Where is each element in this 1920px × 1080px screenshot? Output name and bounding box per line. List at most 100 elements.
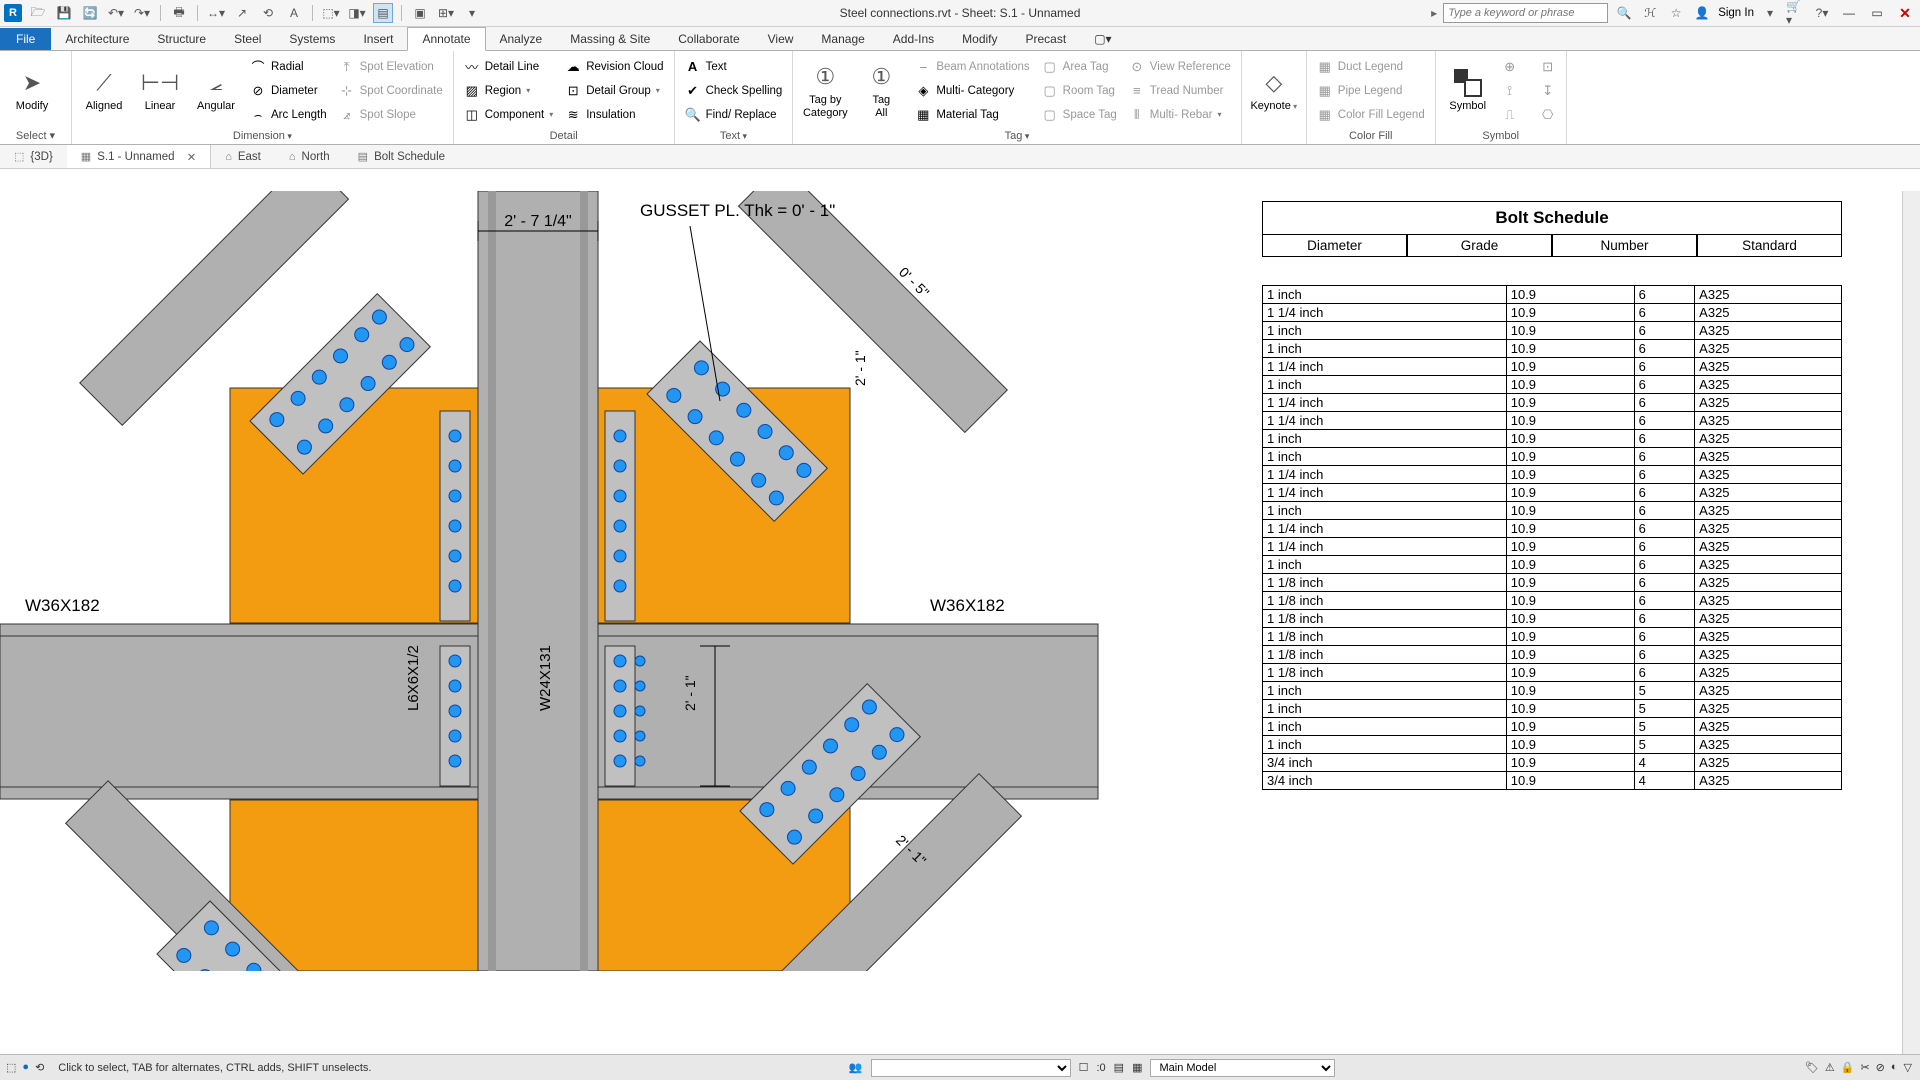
radial-button[interactable]: ⌒Radial [246,56,331,78]
vertical-scrollbar[interactable] [1902,191,1920,1054]
viewtab-s-1-unnamed[interactable]: ▦S.1 - Unnamed✕ [67,145,211,168]
tag-group-label[interactable]: Tag [1005,130,1030,142]
qat-dim-icon[interactable]: ↗ [232,3,252,23]
spell-button[interactable]: ✔Check Spelling [681,80,787,102]
qat-print-icon[interactable]: 🖶 [169,3,189,23]
tab-insert[interactable]: Insert [349,28,407,50]
bolt-schedule: Bolt Schedule Diameter Grade Number Stan… [1262,201,1842,790]
tab-annotate[interactable]: Annotate [407,27,485,51]
viewtab-east[interactable]: ⌂East [211,145,275,168]
user-icon[interactable]: 👤 [1692,3,1712,23]
symbol-button[interactable]: Symbol [1442,53,1494,128]
viewtab-north[interactable]: ⌂North [275,145,344,168]
autodesk-icon[interactable]: ℋ [1640,3,1660,23]
duct-legend-button: ▦Duct Legend [1313,56,1429,78]
qat-undo-icon[interactable]: ↶▾ [106,3,126,23]
modify-button[interactable]: ➤ Modify [6,53,58,127]
sb-i2[interactable]: ⚠ [1825,1061,1835,1074]
qat-save-icon[interactable]: 💾 [54,3,74,23]
tab-file[interactable]: File [0,28,51,50]
tab-steel[interactable]: Steel [220,28,275,50]
qat-sync-icon[interactable]: 🔄 [80,3,100,23]
insulation-button[interactable]: ≋Insulation [561,104,667,126]
status-model-icon[interactable]: ▦ [1132,1061,1142,1074]
qat-ortho-icon[interactable]: ⟲ [258,3,278,23]
symbol-icon [1453,68,1483,98]
qat-thinlines-icon[interactable]: ▤ [373,3,393,23]
tab-analyze[interactable]: Analyze [486,28,557,50]
arc-length-button[interactable]: ⌢Arc Length [246,104,331,126]
keynote-button[interactable]: ◇Keynote [1248,53,1300,128]
signin-dd-icon[interactable]: ▾ [1760,3,1780,23]
qat-close-icon[interactable]: ▣ [410,3,430,23]
find-button[interactable]: 🔍Find/ Replace [681,104,787,126]
pipe-icon: ▦ [1317,83,1333,99]
status-icon2[interactable]: ● [22,1061,29,1074]
qat-dropdown-icon[interactable]: ▾ [462,3,482,23]
tag-by-category-button[interactable]: ①Tag by Category [799,53,851,128]
w24-label: W24X131 [537,645,554,711]
star-icon[interactable]: ☆ [1666,3,1686,23]
w36-right: W36X182 [930,596,1005,615]
infocenter-search-icon[interactable]: 🔍 [1614,3,1634,23]
tab-precast[interactable]: Precast [1012,28,1081,50]
table-row: 1 1/4 inch10.96A325 [1263,412,1842,430]
status-graphics-icon[interactable]: 👥 [849,1061,863,1074]
status-icon1[interactable]: ⬚ [6,1061,16,1074]
diameter-button[interactable]: ⊘Diameter [246,80,331,102]
tab-massing-site[interactable]: Massing & Site [556,28,664,50]
search-input[interactable] [1443,3,1608,23]
qat-open-icon[interactable]: 🗁 [28,3,48,23]
sb-i3[interactable]: 🔒 [1841,1061,1855,1074]
text-group-label[interactable]: Text [720,130,747,142]
viewtab--3d-[interactable]: ⬚{3D} [0,145,67,168]
detail-group-button[interactable]: ⊡Detail Group [561,80,667,102]
sb-i1[interactable]: 🏷 [1805,1061,1819,1074]
status-filter-icon[interactable]: ▤ [1114,1061,1124,1074]
signin-link[interactable]: Sign In [1718,7,1754,19]
sb-i4[interactable]: ✂ [1860,1061,1869,1074]
status-model-select[interactable]: Main Model [1150,1059,1335,1077]
tab-add-ins[interactable]: Add-Ins [879,28,948,50]
detail-line-button[interactable]: 〰Detail Line [460,56,557,78]
help-icon[interactable]: ?▾ [1812,3,1832,23]
select-group-label[interactable]: Select ▾ [6,127,65,144]
tab-manage[interactable]: Manage [807,28,878,50]
aligned-dim-button[interactable]: ⟋Aligned [78,53,130,128]
text-button[interactable]: AText [681,56,787,78]
angular-dim-button[interactable]: ⦟Angular [190,53,242,128]
close-button[interactable]: ✕ [1894,3,1916,23]
ribbon-expand-icon[interactable]: ▢▾ [1080,28,1125,50]
dimension-group-label[interactable]: Dimension [233,130,292,142]
tab-architecture[interactable]: Architecture [51,28,143,50]
linear-dim-button[interactable]: ⊢⊣Linear [134,53,186,128]
qat-switch-icon[interactable]: ⊞▾ [436,3,456,23]
sb-i5[interactable]: ⊘ [1876,1061,1885,1074]
sb-i7[interactable]: ▽ [1904,1061,1912,1074]
qat-3d-icon[interactable]: ⬚▾ [321,3,341,23]
tab-systems[interactable]: Systems [275,28,349,50]
tab-modify[interactable]: Modify [948,28,1011,50]
status-select[interactable] [871,1059,1071,1077]
component-button[interactable]: ◫Component [460,104,557,126]
qat-text-icon[interactable]: A [284,3,304,23]
multi-cat-button[interactable]: ◈Multi- Category [911,80,1033,102]
status-icon3[interactable]: ⟲ [35,1061,44,1074]
tab-structure[interactable]: Structure [143,28,220,50]
close-icon[interactable]: ✕ [187,150,197,164]
material-tag-button[interactable]: ▦Material Tag [911,104,1033,126]
qat-section-icon[interactable]: ◨▾ [347,3,367,23]
app-logo[interactable]: R [4,4,22,22]
viewtab-bolt-schedule[interactable]: ▤Bolt Schedule [344,145,459,168]
revision-cloud-button[interactable]: ☁Revision Cloud [561,56,667,78]
minimize-button[interactable]: — [1838,3,1860,23]
qat-redo-icon[interactable]: ↷▾ [132,3,152,23]
tab-collaborate[interactable]: Collaborate [664,28,753,50]
exchange-icon[interactable]: 🛒▾ [1786,3,1806,23]
tab-view[interactable]: View [754,28,808,50]
qat-measure-icon[interactable]: ↔▾ [206,3,226,23]
region-button[interactable]: ▨Region [460,80,557,102]
restore-button[interactable]: ▭ [1866,3,1888,23]
canvas[interactable]: 2' - 7 1/4" GUSSET PL. Thk = 0' - 1" W36… [0,191,1902,1054]
sb-i6[interactable]: ◐ [1891,1061,1898,1074]
